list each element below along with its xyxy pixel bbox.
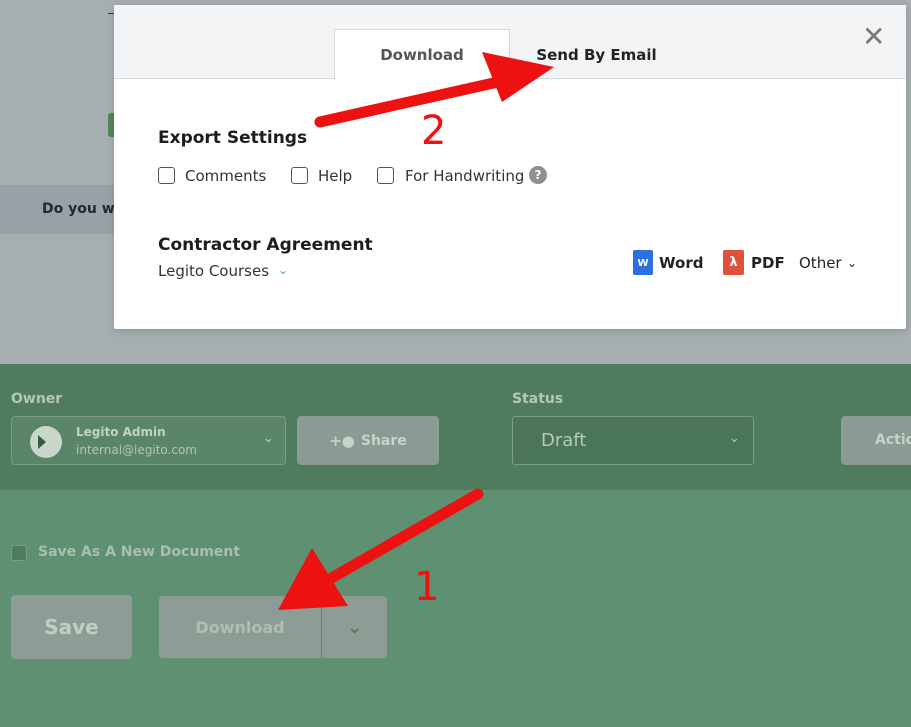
download-button[interactable]: Download	[159, 596, 321, 658]
help-checkbox[interactable]	[291, 167, 308, 184]
save-panel	[0, 490, 911, 727]
export-pdf-button[interactable]: PDF	[751, 254, 785, 272]
chevron-down-icon: ⌄	[346, 616, 363, 638]
save-button[interactable]: Save	[11, 595, 132, 659]
background-prompt-bar: Do you wa	[0, 185, 124, 234]
handwriting-label: For Handwriting	[405, 167, 525, 185]
owner-select[interactable]: Legito Admin internal@legito.com ⌄	[11, 416, 286, 465]
actions-button[interactable]: Actio	[841, 416, 911, 465]
question-icon[interactable]: ?	[529, 166, 547, 184]
comments-label: Comments	[185, 167, 267, 185]
status-label: Status	[512, 391, 564, 407]
status-value: Draft	[541, 430, 587, 451]
annotation-number-1: 1	[414, 564, 440, 610]
owner-label: Owner	[11, 391, 63, 407]
owner-email: internal@legito.com	[76, 443, 197, 457]
chevron-down-icon[interactable]: ⌄	[278, 263, 288, 277]
add-user-icon: +●	[329, 431, 355, 450]
word-file-icon[interactable]: W	[633, 250, 653, 275]
avatar	[30, 426, 62, 458]
background-prompt-text: Do you wa	[42, 201, 125, 217]
chevron-down-icon: ⌄	[729, 431, 740, 446]
download-options-button[interactable]: ⌄	[321, 596, 387, 658]
chevron-down-icon: ⌄	[847, 256, 858, 270]
comments-checkbox[interactable]	[158, 167, 175, 184]
save-as-new-checkbox[interactable]	[11, 545, 27, 561]
handwriting-checkbox[interactable]	[377, 167, 394, 184]
share-button-label: Share	[360, 432, 407, 449]
owner-name: Legito Admin	[76, 425, 166, 439]
modal-header: Download Send By Email ✕	[114, 5, 906, 80]
help-label: Help	[318, 167, 353, 185]
share-button[interactable]: +● Share	[297, 416, 439, 465]
save-as-new-label: Save As A New Document	[38, 544, 241, 560]
tab-send-by-email[interactable]: Send By Email	[514, 29, 679, 80]
document-folder[interactable]: Legito Courses	[158, 262, 269, 280]
annotation-number-2: 2	[421, 108, 447, 154]
export-settings-title: Export Settings	[158, 128, 308, 148]
chevron-down-icon: ⌄	[263, 431, 274, 446]
export-other-button[interactable]: Other	[799, 254, 842, 272]
export-modal: Download Send By Email ✕ Export Settings…	[114, 5, 906, 329]
document-title: Contractor Agreement	[158, 235, 373, 255]
close-icon[interactable]: ✕	[862, 23, 885, 51]
tab-download[interactable]: Download	[334, 29, 510, 80]
pdf-file-icon[interactable]: λ	[723, 250, 744, 275]
status-select[interactable]: Draft ⌄	[512, 416, 754, 465]
export-word-button[interactable]: Word	[659, 254, 703, 272]
